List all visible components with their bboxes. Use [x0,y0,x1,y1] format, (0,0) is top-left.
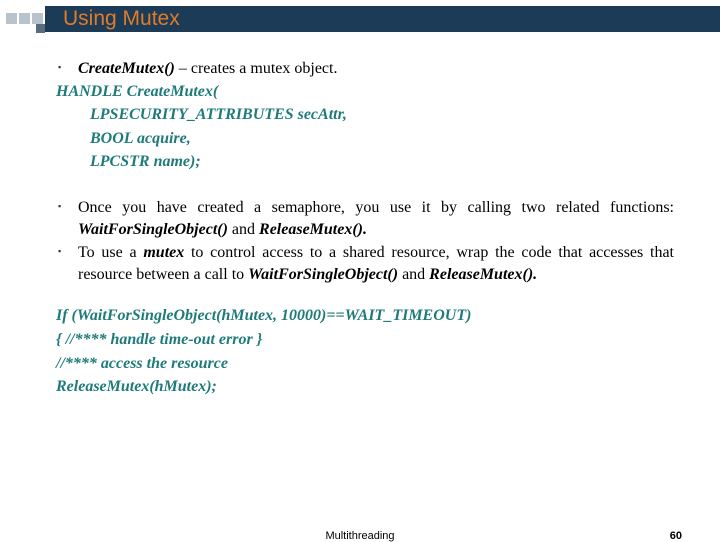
signature-line: LPSECURITY_ATTRIBUTES secAttr, [56,104,674,126]
slide-header: Using Mutex [0,0,720,36]
slide-body: CreateMutex() – creates a mutex object. … [0,36,720,398]
text: To use a [78,244,143,261]
page-number: 60 [670,530,682,542]
text: CreateMutex() [78,60,175,77]
signature-line: BOOL acquire, [56,128,674,150]
title-bar: Using Mutex [45,6,720,32]
slide-title: Using Mutex [63,7,180,31]
bullet-createmutex: CreateMutex() – creates a mutex object. [56,58,674,80]
text: – creates a mutex object. [175,60,338,77]
code-line: { //**** handle time-out error } [56,329,674,351]
text: WaitForSingleObject() [248,266,398,283]
signature-line: HANDLE CreateMutex( [56,81,674,103]
code-line: //**** access the resource [56,353,674,375]
text: WaitForSingleObject() [78,221,228,238]
bullet-usage: Once you have created a semaphore, you u… [56,197,674,240]
text: ReleaseMutex(). [429,266,537,283]
text: and [228,221,259,238]
text: and [398,266,429,283]
code-line: ReleaseMutex(hMutex); [56,376,674,398]
code-line: If (WaitForSingleObject(hMutex, 10000)==… [56,305,674,327]
bullet-mutex-wrap: To use a mutex to control access to a sh… [56,242,674,285]
text: Once you have created a semaphore, you u… [78,199,674,216]
footer-title: Multithreading [325,530,394,542]
signature-line: LPCSTR name); [56,151,674,173]
text: ReleaseMutex(). [259,221,367,238]
text: mutex [143,244,184,261]
